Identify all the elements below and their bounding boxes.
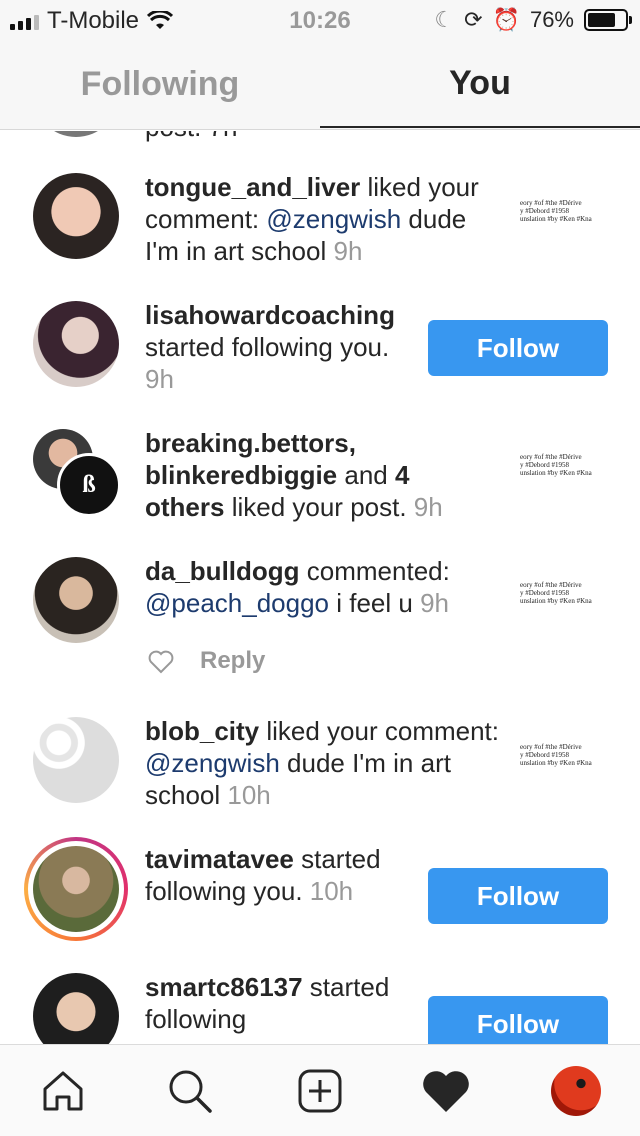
reply-button[interactable]: Reply (200, 647, 265, 675)
username-link[interactable]: breaking.bettors, blinkeredbiggie (145, 428, 356, 490)
username-link[interactable]: tavimatavee (145, 844, 294, 874)
timestamp: 10h (309, 876, 354, 906)
mention-link[interactable]: @peach_doggo (145, 588, 329, 618)
list-item[interactable]: lisahowardcoaching started following you… (0, 299, 640, 409)
mention-link[interactable]: @zengwish (145, 748, 280, 778)
username-link[interactable]: lisahowardcoaching (145, 300, 395, 330)
notification-text: blob_city liked your comment: @zengwish … (145, 716, 500, 810)
username-link[interactable]: da_bulldogg (145, 556, 300, 586)
story-ring[interactable] (24, 837, 128, 941)
list-item[interactable]: smartc86137 started following Follow (0, 971, 640, 1044)
heart-icon[interactable] (418, 1063, 474, 1119)
add-post-icon[interactable] (292, 1063, 348, 1119)
tab-you[interactable]: You (320, 40, 640, 128)
moon-icon: ☾ (434, 7, 455, 32)
post-thumbnail[interactable]: eory #of #the #Dérive y #Debord #1958 unsl… (520, 453, 630, 477)
follow-button[interactable]: Follow (428, 996, 608, 1044)
notification-text: post. 7h (145, 131, 505, 143)
stacked-avatars[interactable]: ß (33, 429, 123, 519)
list-item[interactable]: ß breaking.bettors, blinkeredbiggie and … (0, 427, 640, 537)
tab-following[interactable]: Following (0, 40, 320, 128)
notification-text: lisahowardcoaching started following you… (145, 300, 395, 394)
username-link[interactable]: smartc86137 (145, 972, 303, 1002)
notification-text: smartc86137 started following (145, 972, 390, 1034)
timestamp: 9h (413, 492, 443, 522)
status-bar: T-Mobile 10:26 ☾ ⟳ ⏰ 76% (0, 0, 640, 40)
battery-percent: 76% (529, 7, 574, 32)
list-item[interactable]: blob_city liked your comment: @zengwish … (0, 715, 640, 825)
avatar (33, 131, 119, 137)
avatar[interactable] (33, 717, 119, 803)
username-link[interactable]: tongue_and_liver (145, 172, 360, 202)
list-item[interactable]: da_bulldogg commented: @peach_doggo i fe… (0, 555, 640, 695)
search-icon[interactable] (162, 1063, 218, 1119)
avatar[interactable] (33, 973, 119, 1044)
timestamp: 9h (420, 588, 449, 618)
rotation-lock-icon: ⟳ (464, 7, 483, 32)
notification-list[interactable]: post. 7h tongue_and_liver liked your com… (0, 131, 640, 1044)
home-icon[interactable] (35, 1063, 91, 1119)
avatar[interactable] (33, 301, 119, 387)
notification-text: tavimatavee started following you. 10h (145, 844, 381, 906)
timestamp: 9h (145, 364, 174, 394)
notification-text: breaking.bettors, blinkeredbiggie and 4 … (145, 428, 443, 522)
bottom-nav (0, 1044, 640, 1136)
post-thumbnail[interactable]: eory #of #the #Dérive y #Debord #1958 unsl… (520, 743, 630, 767)
profile-avatar[interactable] (548, 1063, 604, 1119)
notification-text: tongue_and_liver liked your comment: @ze… (145, 172, 479, 266)
list-item[interactable]: tongue_and_liver liked your comment: @ze… (0, 171, 640, 281)
list-item[interactable]: tavimatavee started following you. 10h F… (0, 837, 640, 953)
notification-text: da_bulldogg commented: @peach_doggo i fe… (145, 556, 450, 618)
alarm-icon: ⏰ (492, 7, 520, 32)
post-thumbnail[interactable]: eory #of #the #Dérive y #Debord #1958 unsl… (520, 581, 630, 605)
avatar[interactable] (33, 557, 119, 643)
timestamp: 10h (227, 780, 271, 810)
like-comment-icon[interactable] (148, 650, 174, 674)
follow-button[interactable]: Follow (428, 320, 608, 376)
follow-button[interactable]: Follow (428, 868, 608, 924)
timestamp: 9h (333, 236, 363, 266)
activity-tabs: Following You (0, 40, 640, 130)
username-link[interactable]: blob_city (145, 716, 259, 746)
list-item: post. 7h (0, 131, 640, 143)
battery-icon (584, 9, 632, 31)
avatar[interactable] (33, 173, 119, 259)
post-thumbnail[interactable]: eory #of #the #Dérive y #Debord #1958 unsl… (520, 199, 630, 223)
b-logo-icon: ß (82, 471, 96, 498)
avatar: ß (57, 453, 121, 517)
mention-link[interactable]: @zengwish (266, 204, 401, 234)
avatar (33, 846, 119, 932)
